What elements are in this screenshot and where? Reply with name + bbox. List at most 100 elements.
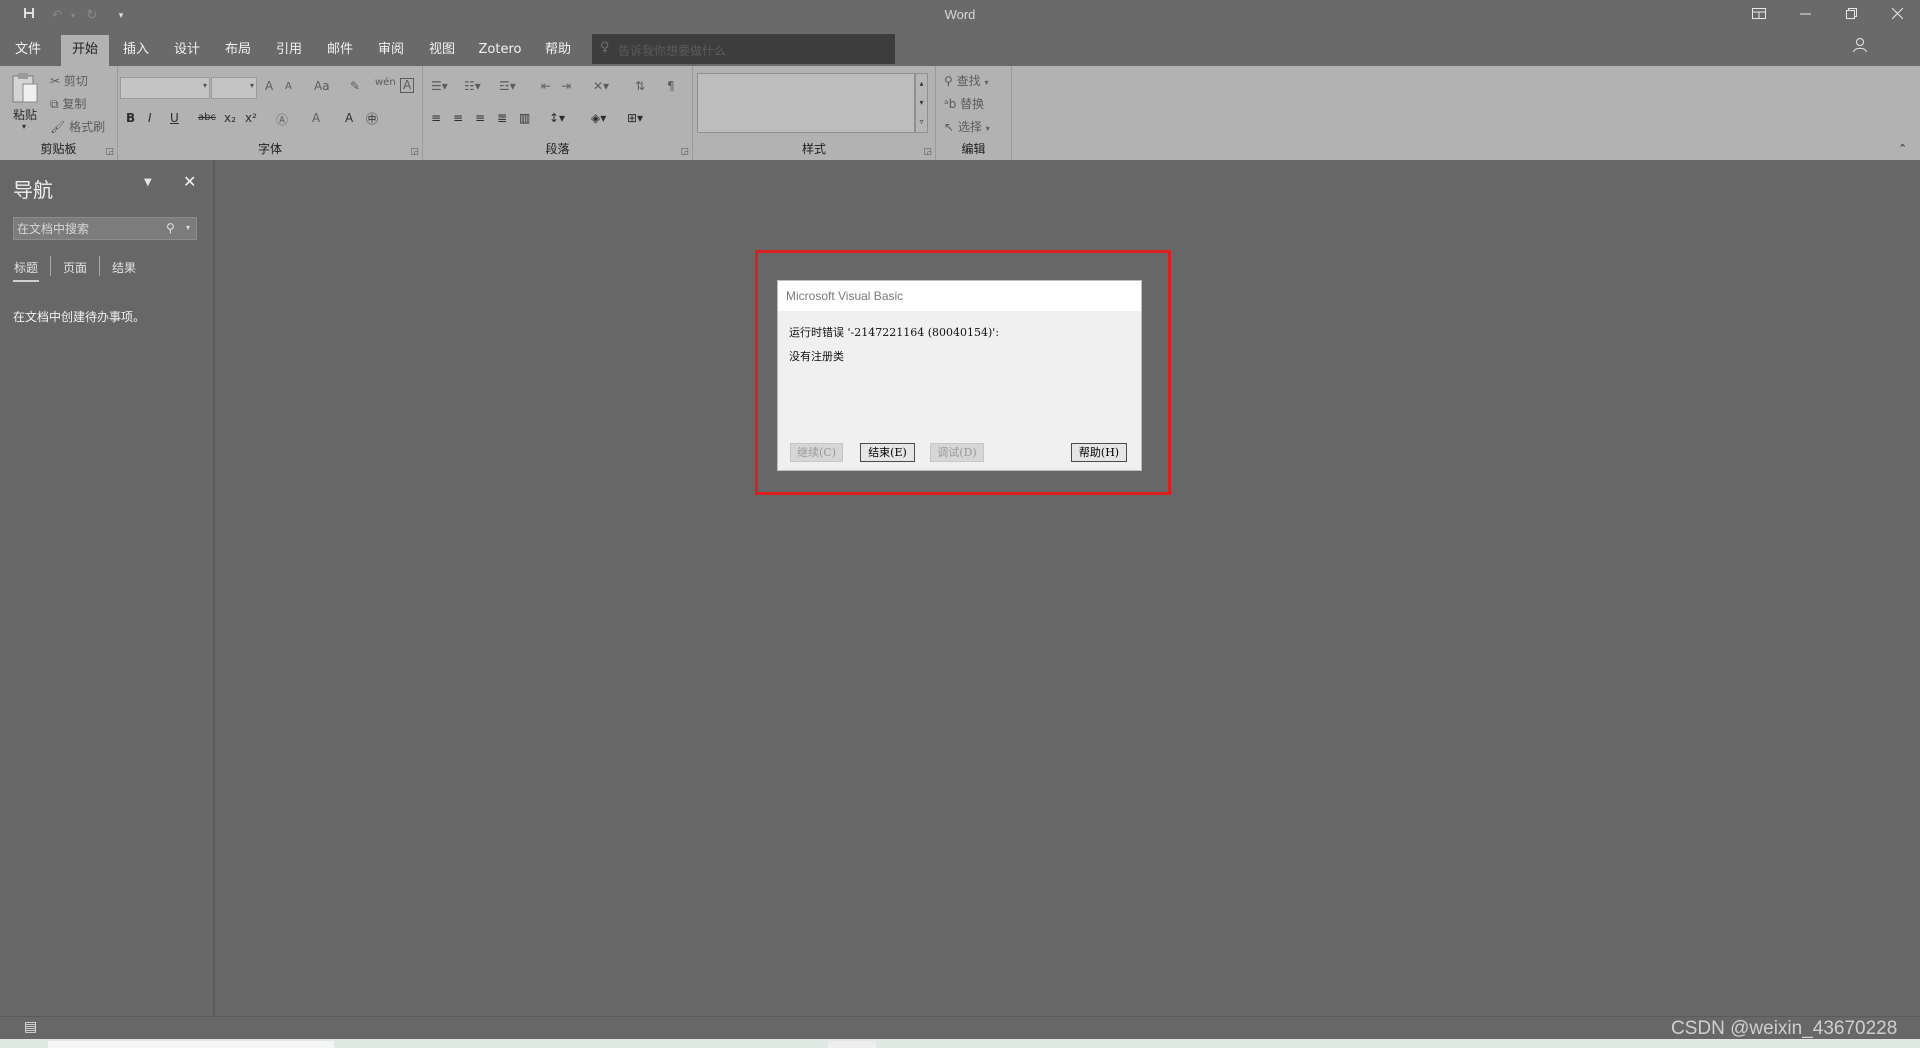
clear-format-icon[interactable]: ✎ [350, 79, 360, 93]
nav-tab-active-indicator [13, 280, 39, 282]
paste-icon[interactable] [10, 72, 40, 109]
borders-icon[interactable]: ⊞▾ [627, 111, 643, 125]
restore-icon[interactable] [1828, 0, 1874, 31]
style-gallery[interactable] [697, 73, 915, 133]
continue-button[interactable]: 继续(C) [790, 443, 843, 462]
scroll-down-icon[interactable]: ▾ [916, 93, 927, 112]
tab-insert[interactable]: 插入 [116, 35, 156, 66]
clipboard-group-label: 剪贴板 [40, 142, 77, 156]
editing-group: ⚲ 查找 ▾ ᵃb 替换 ↖ 选择 ▾ 编辑 [936, 66, 1012, 160]
scroll-up-icon[interactable]: ▴ [916, 74, 927, 93]
navigation-pane: 导航 ▼ ✕ ⚲ ▾ 标题 页面 结果 在文档中创建待办事项。 [0, 160, 215, 1016]
change-case-button[interactable]: Aa [314, 79, 330, 93]
clipboard-launcher-icon[interactable]: ◲ [105, 147, 114, 157]
text-effects-icon[interactable]: Ⓐ [276, 111, 288, 128]
nav-tab-pages[interactable]: 页面 [63, 259, 87, 276]
tab-references[interactable]: 引用 [269, 35, 309, 66]
font-name-combo[interactable]: ▾ [120, 77, 210, 99]
bold-button[interactable]: B [126, 111, 135, 125]
align-left-icon[interactable]: ≡ [431, 111, 441, 125]
shading-icon[interactable]: ◈▾ [591, 111, 606, 125]
chinese-layout-icon[interactable]: ✕▾ [593, 79, 609, 93]
style-gallery-scroll[interactable]: ▴ ▾ ▿ [915, 73, 928, 133]
strikethrough-button[interactable]: abc [198, 112, 216, 123]
align-right-icon[interactable]: ≡ [475, 111, 485, 125]
macro-record-icon[interactable]: ▤ [24, 1019, 37, 1035]
nav-options-icon[interactable]: ▼ [144, 177, 152, 188]
ribbon-display-icon[interactable] [1736, 0, 1782, 31]
format-painter-button[interactable]: 🖌 格式刷 [50, 118, 105, 135]
nav-pane-title: 导航 [13, 178, 53, 202]
taskbar-segment [48, 1041, 334, 1048]
tab-help[interactable]: 帮助 [538, 35, 578, 66]
nav-search-box[interactable]: ⚲ ▾ [13, 217, 197, 240]
ribbon-tab-bar: 文件 开始 插入 设计 布局 引用 邮件 审阅 视图 Zotero 帮助 ♀ 告… [0, 31, 1920, 66]
font-size-combo[interactable]: ▾ [211, 77, 257, 99]
scissors-icon: ✂ [50, 74, 61, 88]
highlight-button[interactable]: A [312, 111, 320, 125]
close-icon[interactable]: ✕ [183, 172, 196, 191]
dialog-error-code: 运行时错误 '-2147221164 (80040154)': [789, 326, 1000, 339]
show-marks-icon[interactable]: ¶ [667, 79, 675, 93]
justify-icon[interactable]: ≣ [497, 111, 507, 125]
select-button[interactable]: ↖ 选择 ▾ [944, 118, 990, 135]
dialog-error-message: 没有注册类 [789, 350, 844, 363]
replace-icon: ᵃb [944, 97, 957, 111]
multilevel-list-icon[interactable]: ☲▾ [499, 79, 516, 93]
find-button[interactable]: ⚲ 查找 ▾ [944, 72, 988, 89]
font-color-button[interactable]: A [345, 111, 353, 125]
debug-button[interactable]: 调试(D) [930, 443, 984, 462]
numbering-icon[interactable]: ☷▾ [464, 79, 481, 93]
shrink-font-button[interactable]: A [285, 81, 292, 92]
increase-indent-icon[interactable]: ⇥ [561, 79, 571, 93]
tab-design[interactable]: 设计 [167, 35, 207, 66]
copy-icon: ⧉ [50, 97, 59, 111]
nav-tab-results[interactable]: 结果 [112, 259, 136, 276]
grow-font-button[interactable]: A [265, 79, 273, 93]
font-launcher-icon[interactable]: ◲ [410, 147, 419, 157]
taskbar-strip [0, 1039, 1920, 1048]
tab-zotero[interactable]: Zotero [474, 35, 526, 66]
nav-tab-headings[interactable]: 标题 [14, 259, 38, 276]
underline-button[interactable]: U [170, 111, 179, 125]
tell-me-box[interactable]: ♀ 告诉我你想要做什么 [592, 34, 895, 64]
tab-mailings[interactable]: 邮件 [320, 35, 360, 66]
search-icon[interactable]: ⚲ [166, 221, 175, 235]
minimize-icon[interactable] [1782, 0, 1828, 31]
nav-tab-divider [99, 256, 100, 276]
cut-button[interactable]: ✂ 剪切 [50, 72, 88, 89]
sort-icon[interactable]: ⇅ [635, 79, 645, 93]
decrease-indent-icon[interactable]: ⇤ [541, 79, 551, 93]
tab-layout[interactable]: 布局 [218, 35, 258, 66]
chevron-down-icon[interactable]: ▾ [186, 223, 190, 232]
collapse-ribbon-icon[interactable]: ⌃ [1898, 142, 1907, 155]
tab-file[interactable]: 文件 [8, 35, 48, 66]
superscript-button[interactable]: x² [245, 111, 257, 125]
paragraph-launcher-icon[interactable]: ◲ [680, 147, 689, 157]
close-icon[interactable] [1874, 0, 1920, 31]
tab-view[interactable]: 视图 [422, 35, 462, 66]
account-icon[interactable] [1848, 36, 1872, 60]
replace-button[interactable]: ᵃb 替换 [944, 95, 984, 112]
bullets-icon[interactable]: ☰▾ [431, 79, 448, 93]
distributed-icon[interactable]: ▥ [519, 111, 530, 125]
tab-review[interactable]: 审阅 [371, 35, 411, 66]
tab-home[interactable]: 开始 [61, 35, 109, 66]
phonetic-guide-icon[interactable]: wén [375, 77, 396, 88]
help-button[interactable]: 帮助(H) [1071, 443, 1127, 462]
gallery-more-icon[interactable]: ▿ [916, 112, 927, 131]
align-center-icon[interactable]: ≡ [453, 111, 463, 125]
ribbon: 粘贴 ▾ ✂ 剪切 ⧉ 复制 🖌 格式刷 剪贴板 ◲ ▾ ▾ A A Aa ✎ … [0, 66, 1920, 160]
line-spacing-icon[interactable]: ↕▾ [549, 111, 565, 125]
chevron-down-icon: ▾ [985, 124, 990, 133]
copy-button[interactable]: ⧉ 复制 [50, 95, 86, 112]
styles-launcher-icon[interactable]: ◲ [923, 147, 932, 157]
paste-button[interactable]: 粘贴 [13, 106, 37, 123]
enclose-characters-icon[interactable]: ㊥ [366, 110, 378, 127]
nav-search-input[interactable] [17, 221, 157, 236]
subscript-button[interactable]: x₂ [224, 111, 236, 125]
end-button[interactable]: 结束(E) [860, 443, 915, 462]
character-border-icon[interactable]: A [400, 78, 415, 93]
italic-button[interactable]: I [148, 111, 152, 125]
paste-dropdown-icon[interactable]: ▾ [22, 122, 26, 131]
